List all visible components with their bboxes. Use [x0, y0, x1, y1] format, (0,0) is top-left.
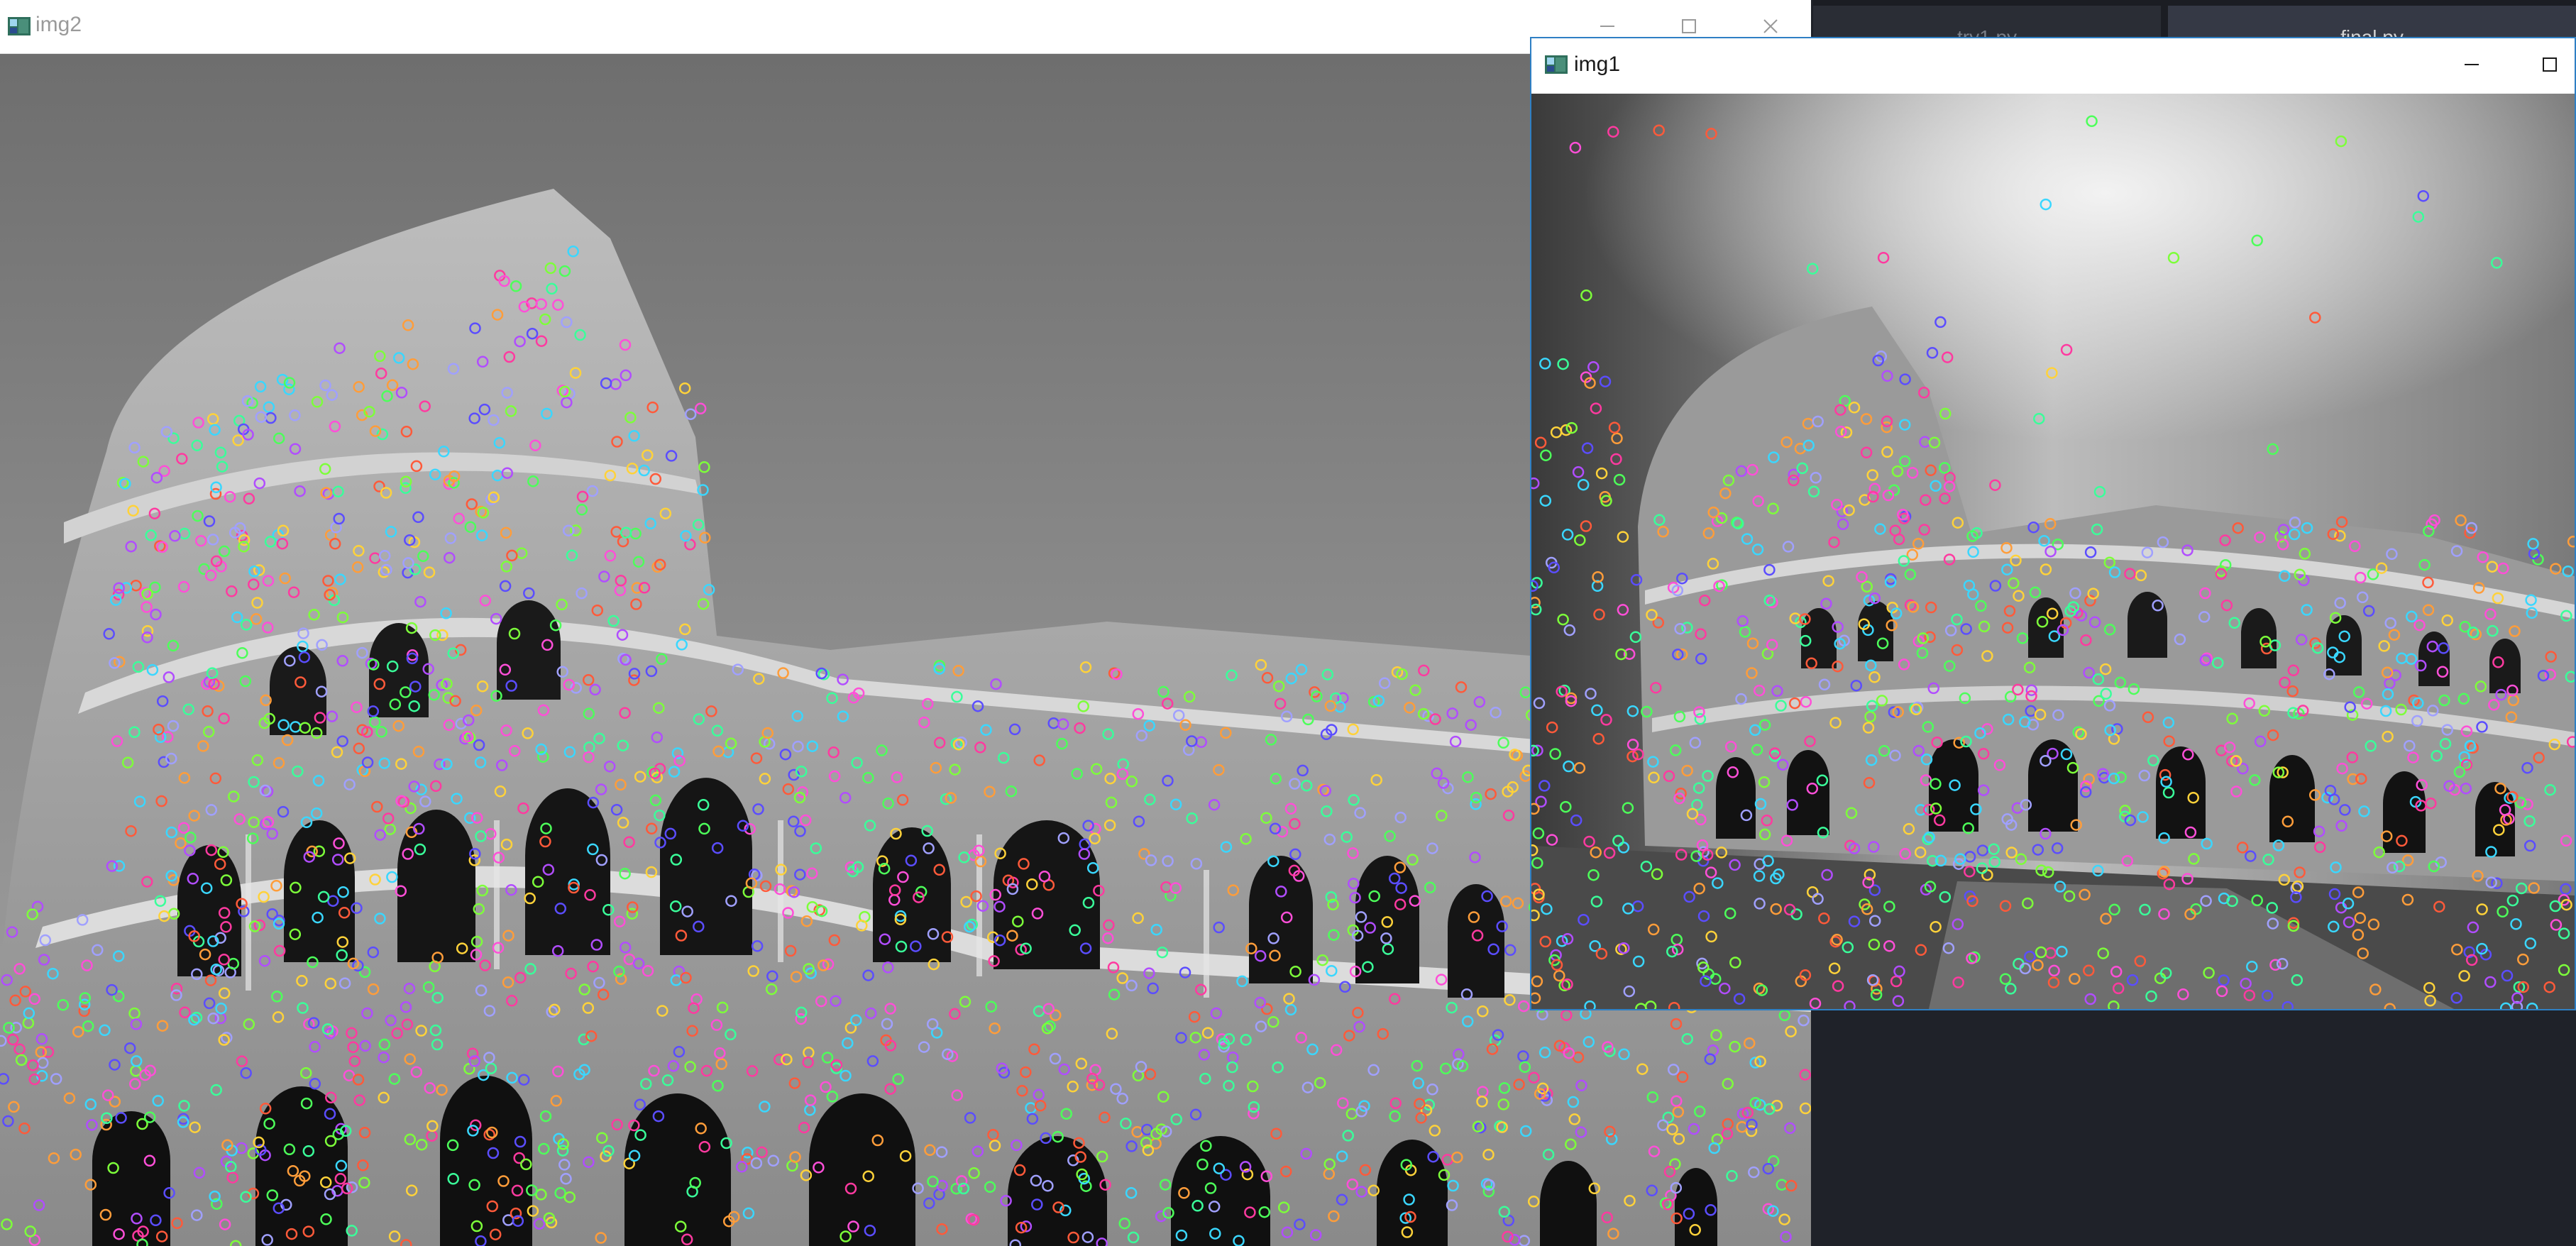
opencv-window-icon: [7, 16, 31, 37]
img1-window: img1: [1530, 37, 2576, 1010]
minimize-icon[interactable]: [2447, 47, 2497, 82]
opencv-window-icon: [1544, 54, 1568, 75]
window-title: img1: [1574, 53, 1621, 76]
img1-titlebar[interactable]: img1: [1531, 38, 2575, 92]
keypoints-image: [1531, 94, 2575, 1009]
window-title: img2: [35, 13, 82, 36]
maximize-icon[interactable]: [2525, 47, 2575, 82]
